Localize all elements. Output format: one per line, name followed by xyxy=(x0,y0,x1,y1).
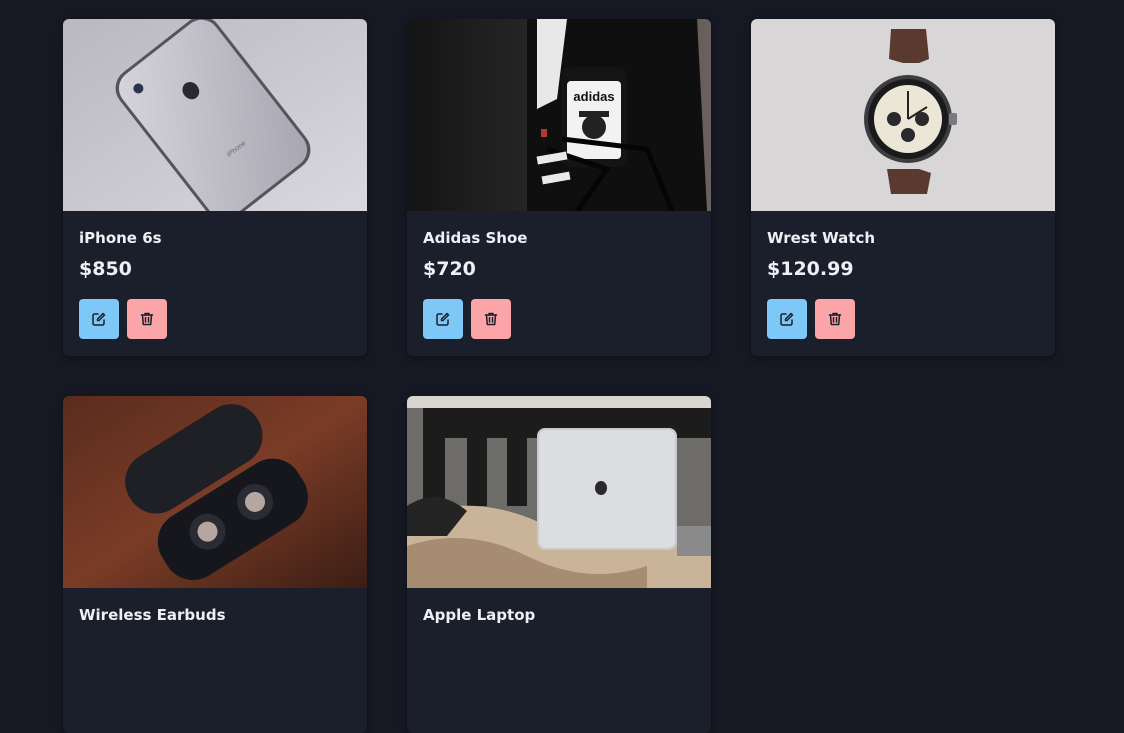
product-image-shoe: adidas xyxy=(407,19,711,211)
trash-icon xyxy=(827,311,843,327)
product-card: Wireless Earbuds xyxy=(63,396,367,733)
product-price: $850 xyxy=(79,258,132,280)
product-price: $120.99 xyxy=(767,258,854,280)
pencil-square-icon xyxy=(779,311,795,327)
delete-button[interactable] xyxy=(127,299,167,339)
product-price: $720 xyxy=(423,258,476,280)
product-card: Wrest Watch $120.99 xyxy=(751,19,1055,356)
product-grid: iPhone iPhone 6s $850 adidas Adidas Shoe… xyxy=(63,19,1055,733)
product-image-earbuds xyxy=(63,396,367,588)
product-name: Apple Laptop xyxy=(423,606,536,624)
product-name: Wrest Watch xyxy=(767,229,876,247)
pencil-square-icon xyxy=(435,311,451,327)
svg-text:adidas: adidas xyxy=(573,89,614,104)
product-card: adidas Adidas Shoe $720 xyxy=(407,19,711,356)
delete-button[interactable] xyxy=(815,299,855,339)
product-card: Apple Laptop xyxy=(407,396,711,733)
delete-button[interactable] xyxy=(471,299,511,339)
product-name: iPhone 6s xyxy=(79,229,162,247)
edit-button[interactable] xyxy=(767,299,807,339)
product-name: Adidas Shoe xyxy=(423,229,528,247)
edit-button[interactable] xyxy=(79,299,119,339)
product-image-watch xyxy=(751,19,1055,211)
product-name: Wireless Earbuds xyxy=(79,606,226,624)
product-card: iPhone iPhone 6s $850 xyxy=(63,19,367,356)
pencil-square-icon xyxy=(91,311,107,327)
trash-icon xyxy=(139,311,155,327)
edit-button[interactable] xyxy=(423,299,463,339)
product-image-iphone: iPhone xyxy=(63,19,367,211)
trash-icon xyxy=(483,311,499,327)
product-image-laptop xyxy=(407,396,711,588)
